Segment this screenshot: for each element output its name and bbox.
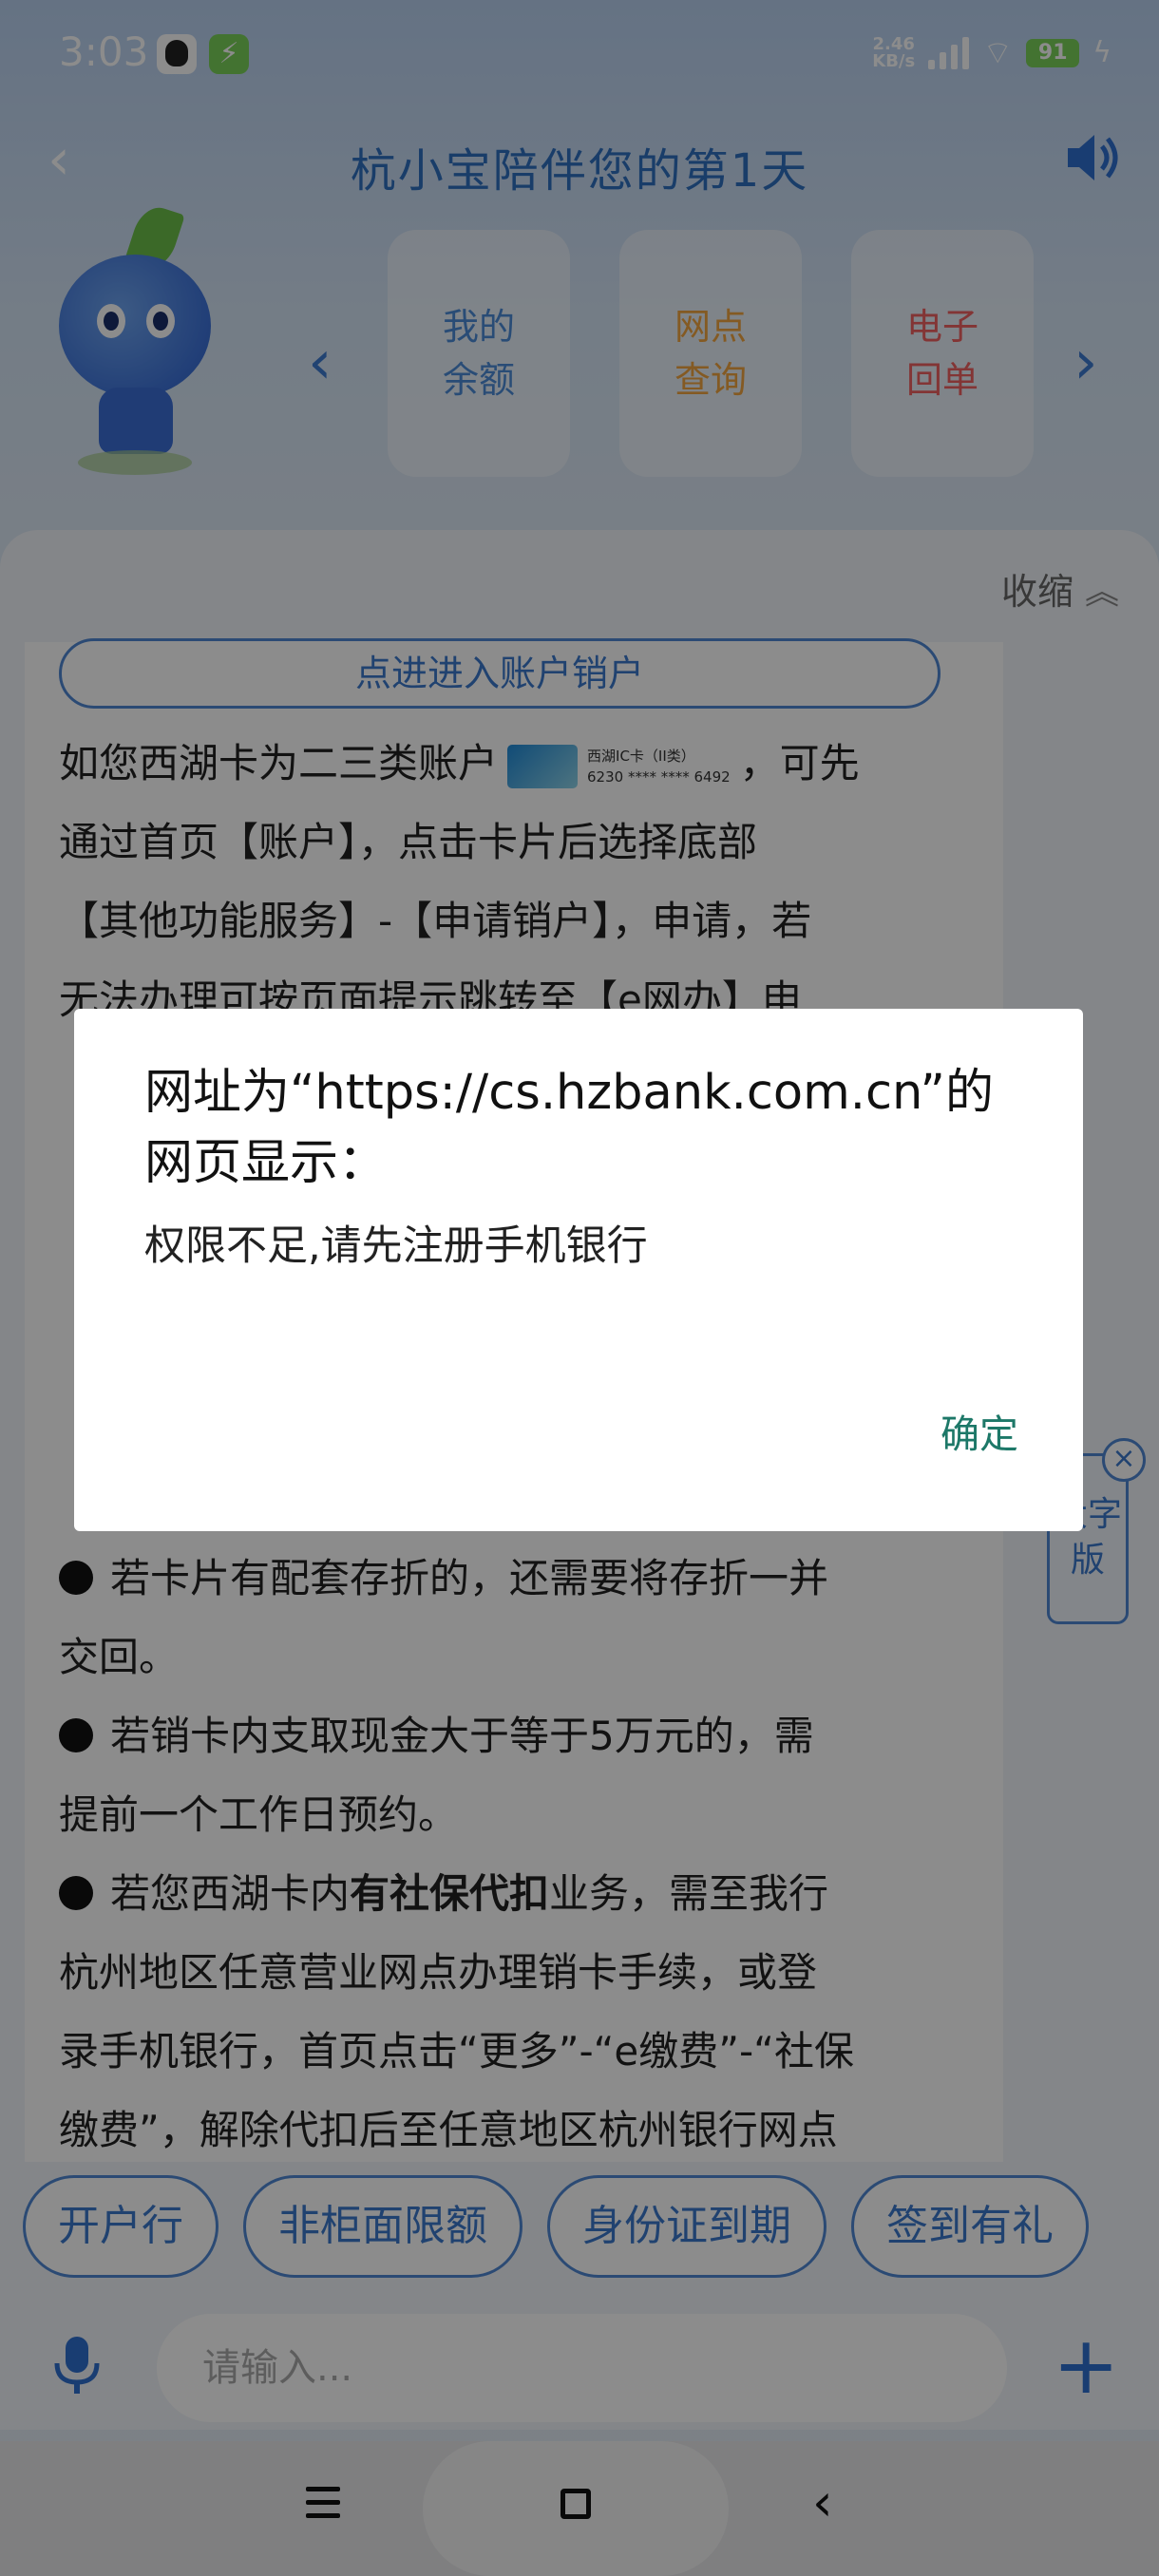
alert-dialog: 网址为“https://cs.hzbank.com.cn”的网页显示： 权限不足… (74, 1009, 1083, 1531)
dialog-ok-button[interactable]: 确定 (931, 1392, 1028, 1468)
dialog-title: 网址为“https://cs.hzbank.com.cn”的网页显示： (144, 1065, 994, 1191)
dialog-message: 权限不足,请先注册手机银行 (144, 1222, 648, 1270)
